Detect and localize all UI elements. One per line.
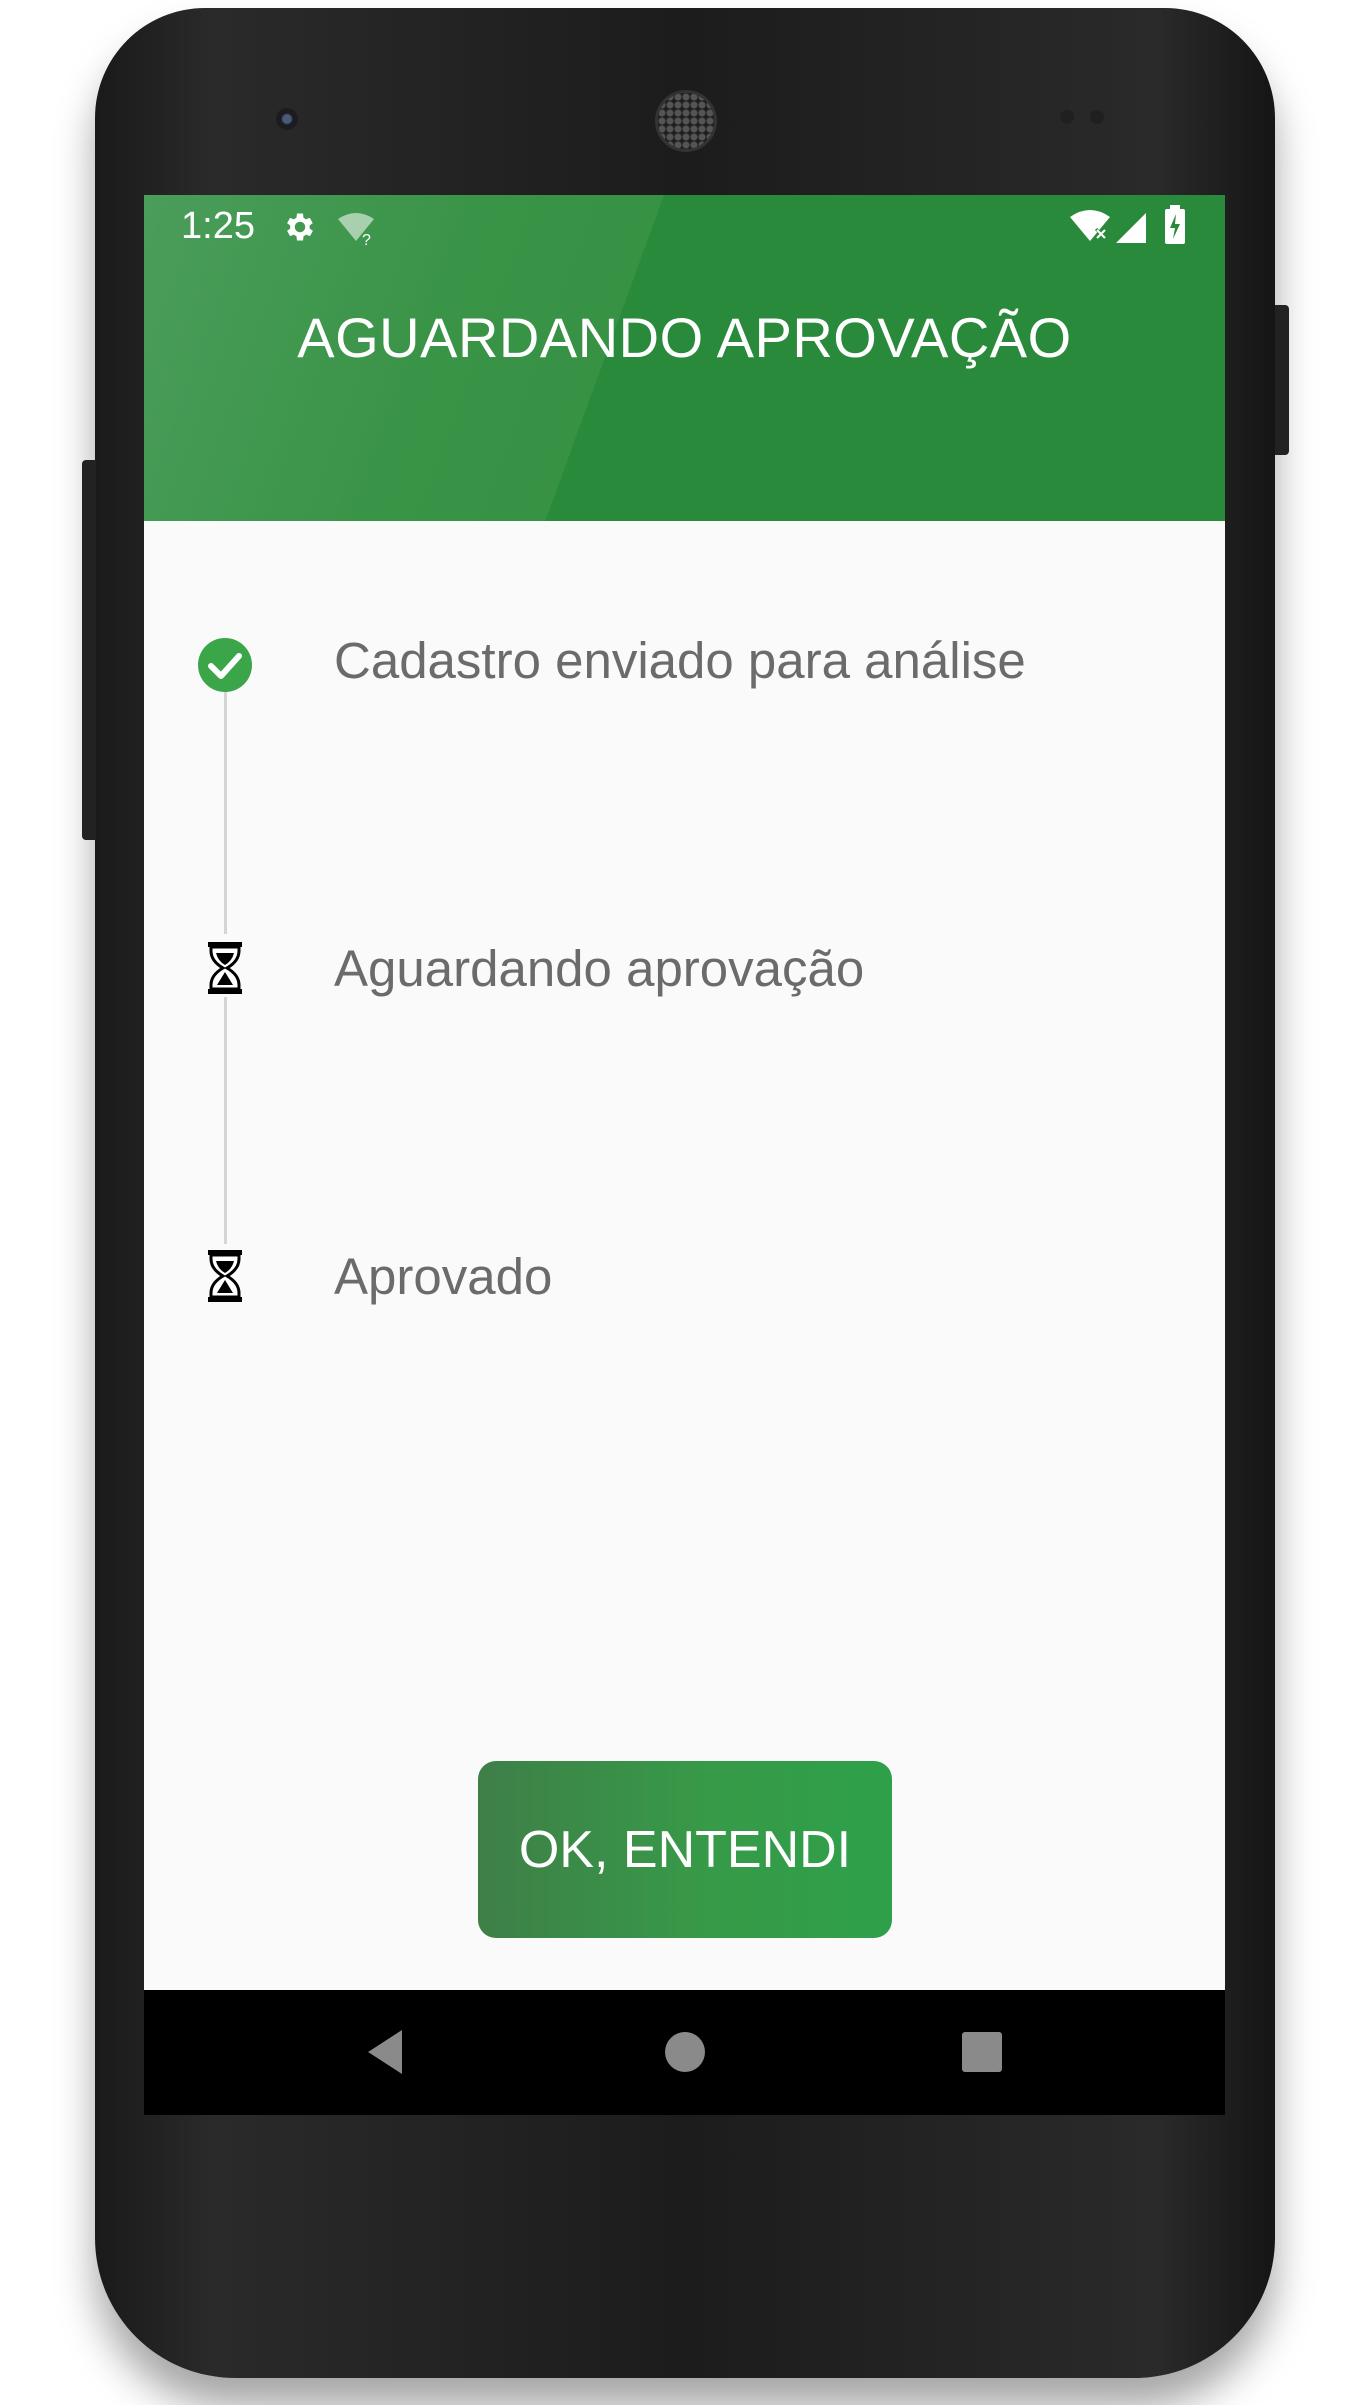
settings-icon [287,213,313,241]
light-sensor [1090,110,1104,124]
battery-charging-icon [1165,205,1185,244]
wifi-unknown-glyph: ? [362,232,371,247]
step-label-pending: Aguardando aprovação [334,940,865,997]
timeline-connector [224,689,227,934]
wifi-unknown-icon: ? [338,213,374,247]
hourglass-icon [208,942,242,994]
app-screen: 1:25 ? AGUARDANDO APROVAÇÃO Cadastro env… [144,195,1225,2115]
step-label-approved: Aprovado [334,1248,553,1305]
back-icon[interactable] [356,2020,420,2084]
app-bar: 1:25 ? AGUARDANDO APROVAÇÃO [144,195,1225,521]
home-icon[interactable] [653,2020,717,2084]
check-circle-icon [198,638,252,692]
step-label-submitted: Cadastro enviado para análise [334,632,1026,689]
wifi-off-icon [1070,210,1110,241]
timeline-connector [224,997,227,1244]
status-bar: 1:25 ? [144,195,1225,261]
signal-icon [1116,213,1146,243]
power-button [1275,305,1289,455]
earpiece-speaker [655,90,717,152]
navigation-bar [144,1990,1225,2115]
page-title: AGUARDANDO APROVAÇÃO [297,306,1072,369]
hourglass-icon [208,1250,242,1302]
ok-entendi-button[interactable]: OK, ENTENDI [478,1761,892,1938]
proximity-sensor [1060,110,1074,124]
status-time: 1:25 [181,205,255,247]
front-camera [276,108,298,130]
recents-icon[interactable] [950,2020,1014,2084]
volume-button [82,460,96,840]
